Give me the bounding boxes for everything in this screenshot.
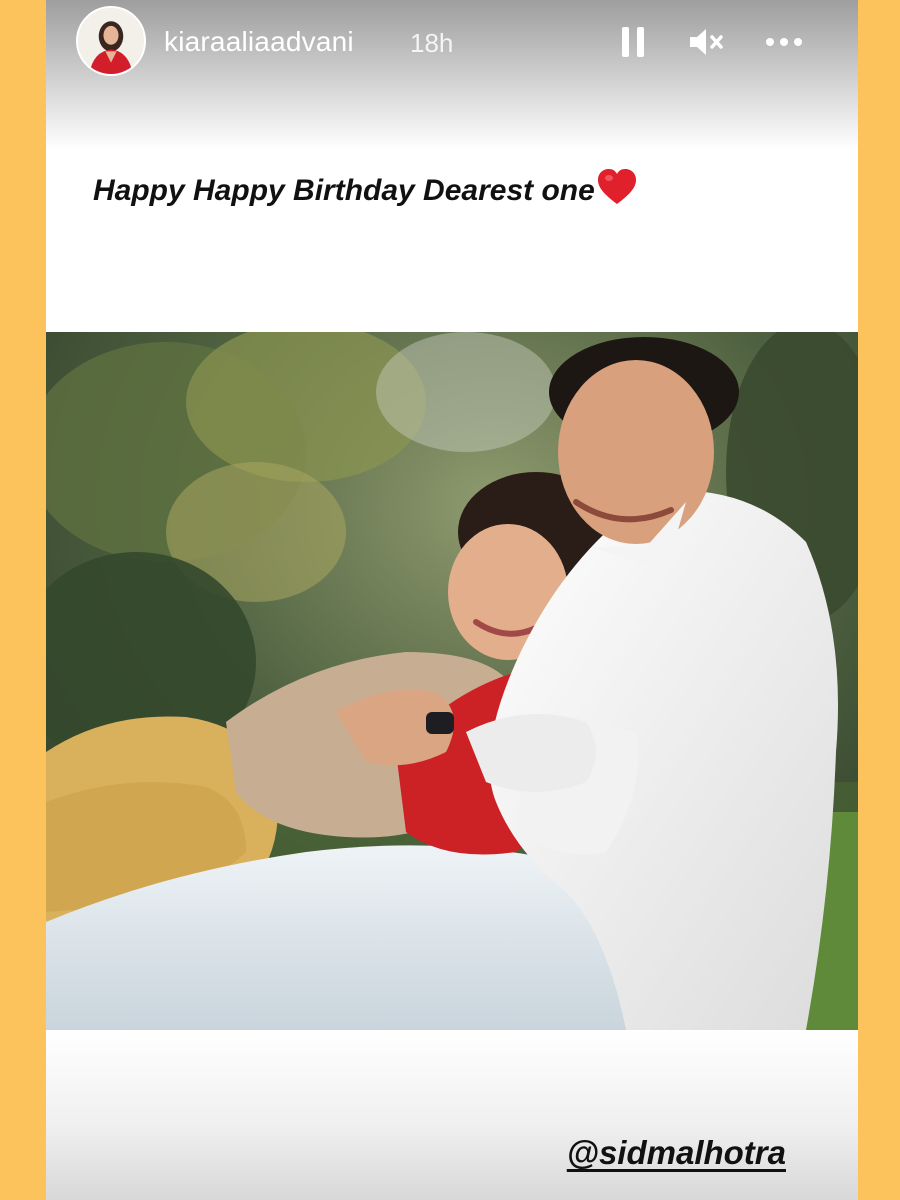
story-photo: [46, 332, 858, 1030]
story-viewer[interactable]: kiaraaliaadvani 18h Happy Happy Birthday…: [46, 0, 858, 1200]
speaker-muted-icon[interactable]: [684, 20, 728, 64]
pause-icon[interactable]: [611, 20, 655, 64]
red-heart-icon: [597, 168, 637, 214]
bottom-gradient: [46, 1030, 858, 1200]
timestamp: 18h: [410, 28, 454, 58]
avatar[interactable]: [76, 6, 146, 76]
more-dots-icon[interactable]: [762, 20, 806, 64]
username[interactable]: kiaraaliaadvani: [164, 26, 354, 58]
story-header: kiaraaliaadvani 18h: [46, 0, 858, 84]
mention-link[interactable]: @sidmalhotra: [567, 1134, 786, 1172]
caption-text: Happy Happy Birthday Dearest one: [93, 174, 595, 207]
story-caption: Happy Happy Birthday Dearest one: [93, 168, 637, 214]
